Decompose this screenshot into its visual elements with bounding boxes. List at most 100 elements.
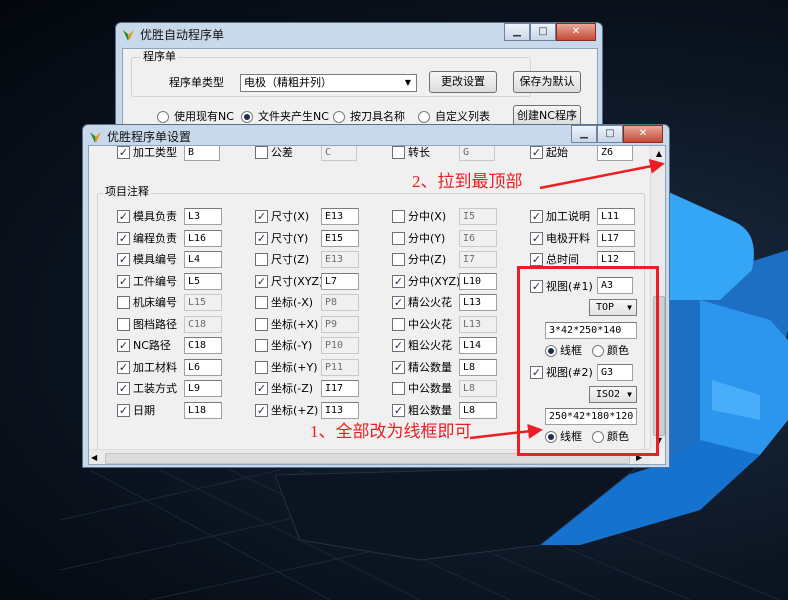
col2-chk-2[interactable] [255, 253, 268, 266]
sheet-type-label: 程序单类型 [169, 76, 224, 89]
col3-input-5[interactable]: L13 [459, 316, 497, 333]
col1-chk-9[interactable]: ✓ [117, 404, 130, 417]
col1-input-2[interactable]: L4 [184, 251, 222, 268]
col3-chk-2[interactable] [392, 253, 405, 266]
close-button[interactable]: ✕ [556, 23, 596, 41]
back-window-titlebar[interactable]: 优胜自动程序单 ▁ □ ✕ [116, 23, 602, 47]
col3-input-9[interactable]: L8 [459, 402, 497, 419]
col3-input-7[interactable]: L8 [459, 359, 497, 376]
col1-chk-1[interactable]: ✓ [117, 232, 130, 245]
input-process-type[interactable]: B [184, 146, 220, 161]
input-start[interactable]: Z6 [597, 146, 633, 161]
col2-chk-7[interactable] [255, 361, 268, 374]
input-tolerance[interactable]: C [321, 146, 357, 161]
chk-process-type[interactable]: ✓ [117, 146, 130, 159]
col2-input-9[interactable]: I13 [321, 402, 359, 419]
col2-input-2[interactable]: E13 [321, 251, 359, 268]
sheet-type-select[interactable]: 电极（精粗并列） ▼ [240, 74, 417, 92]
col2-chk-0[interactable]: ✓ [255, 210, 268, 223]
col3-input-3[interactable]: L10 [459, 273, 497, 290]
col1-input-1[interactable]: L16 [184, 230, 222, 247]
col1-chk-7[interactable]: ✓ [117, 361, 130, 374]
col3-chk-7[interactable]: ✓ [392, 361, 405, 374]
col1-input-3[interactable]: L5 [184, 273, 222, 290]
col1-label-0: 模具负责 [133, 210, 177, 223]
col4-input-0[interactable]: L11 [597, 208, 635, 225]
col1-input-0[interactable]: L3 [184, 208, 222, 225]
col1-chk-2[interactable]: ✓ [117, 253, 130, 266]
col3-input-0[interactable]: I5 [459, 208, 497, 225]
col4-chk-0[interactable]: ✓ [530, 210, 543, 223]
col1-input-4[interactable]: L15 [184, 294, 222, 311]
col4-chk-1[interactable]: ✓ [530, 232, 543, 245]
radio-custom-list-label: 自定义列表 [435, 110, 490, 123]
minimize-button[interactable]: ▁ [504, 23, 530, 41]
col3-chk-6[interactable]: ✓ [392, 339, 405, 352]
scroll-left-arrow-icon[interactable]: ◀ [91, 452, 103, 464]
col2-chk-6[interactable] [255, 339, 268, 352]
col1-input-5[interactable]: C18 [184, 316, 222, 333]
col2-chk-8[interactable]: ✓ [255, 382, 268, 395]
col2-input-8[interactable]: I17 [321, 380, 359, 397]
col2-input-6[interactable]: P10 [321, 337, 359, 354]
col3-label-4: 精公火花 [408, 296, 452, 309]
col3-input-1[interactable]: I6 [459, 230, 497, 247]
minimize-icon: ▁ [513, 26, 521, 37]
input-turn-length[interactable]: G [459, 146, 495, 161]
col1-chk-8[interactable]: ✓ [117, 382, 130, 395]
col3-chk-8[interactable] [392, 382, 405, 395]
col2-chk-5[interactable] [255, 318, 268, 331]
scroll-up-arrow-icon[interactable]: ▲ [653, 148, 665, 160]
col2-chk-9[interactable]: ✓ [255, 404, 268, 417]
col2-chk-4[interactable] [255, 296, 268, 309]
minimize-button[interactable]: ▁ [571, 125, 597, 143]
radio-folder-nc[interactable] [241, 111, 253, 123]
col2-label-0: 尺寸(X) [271, 210, 310, 223]
maximize-button[interactable]: □ [597, 125, 623, 143]
col1-input-7[interactable]: L6 [184, 359, 222, 376]
chk-start[interactable]: ✓ [530, 146, 543, 159]
col2-input-7[interactable]: P11 [321, 359, 359, 376]
col3-input-4[interactable]: L13 [459, 294, 497, 311]
col3-input-6[interactable]: L14 [459, 337, 497, 354]
close-button[interactable]: ✕ [623, 125, 663, 143]
col2-input-1[interactable]: E15 [321, 230, 359, 247]
col3-chk-3[interactable]: ✓ [392, 275, 405, 288]
maximize-button[interactable]: □ [530, 23, 556, 41]
col4-label-0: 加工说明 [546, 210, 590, 223]
col1-input-8[interactable]: L9 [184, 380, 222, 397]
col2-chk-1[interactable]: ✓ [255, 232, 268, 245]
col1-input-6[interactable]: C18 [184, 337, 222, 354]
col3-chk-0[interactable] [392, 210, 405, 223]
col2-chk-3[interactable]: ✓ [255, 275, 268, 288]
radio-by-tool-name[interactable] [333, 111, 345, 123]
col1-chk-4[interactable] [117, 296, 130, 309]
col2-label-3: 尺寸(XYZ) [271, 275, 324, 288]
col1-label-9: 日期 [133, 404, 155, 417]
col4-chk-2[interactable]: ✓ [530, 253, 543, 266]
col3-chk-4[interactable]: ✓ [392, 296, 405, 309]
col2-input-3[interactable]: L7 [321, 273, 359, 290]
col2-input-0[interactable]: E13 [321, 208, 359, 225]
col1-chk-6[interactable]: ✓ [117, 339, 130, 352]
col3-label-9: 粗公数量 [408, 404, 452, 417]
radio-use-existing-nc[interactable] [157, 111, 169, 123]
col3-input-2[interactable]: I7 [459, 251, 497, 268]
col1-chk-5[interactable] [117, 318, 130, 331]
col3-input-8[interactable]: L8 [459, 380, 497, 397]
chk-tolerance[interactable] [255, 146, 268, 159]
chk-turn-length[interactable] [392, 146, 405, 159]
col1-chk-0[interactable]: ✓ [117, 210, 130, 223]
save-default-button[interactable]: 保存为默认 [513, 71, 581, 93]
col1-chk-3[interactable]: ✓ [117, 275, 130, 288]
col3-chk-5[interactable] [392, 318, 405, 331]
col3-chk-1[interactable] [392, 232, 405, 245]
col1-label-1: 编程负责 [133, 232, 177, 245]
col2-input-4[interactable]: P8 [321, 294, 359, 311]
radio-custom-list[interactable] [418, 111, 430, 123]
col1-input-9[interactable]: L18 [184, 402, 222, 419]
change-settings-button[interactable]: 更改设置 [429, 71, 497, 93]
col3-chk-9[interactable]: ✓ [392, 404, 405, 417]
col4-input-1[interactable]: L17 [597, 230, 635, 247]
col2-input-5[interactable]: P9 [321, 316, 359, 333]
